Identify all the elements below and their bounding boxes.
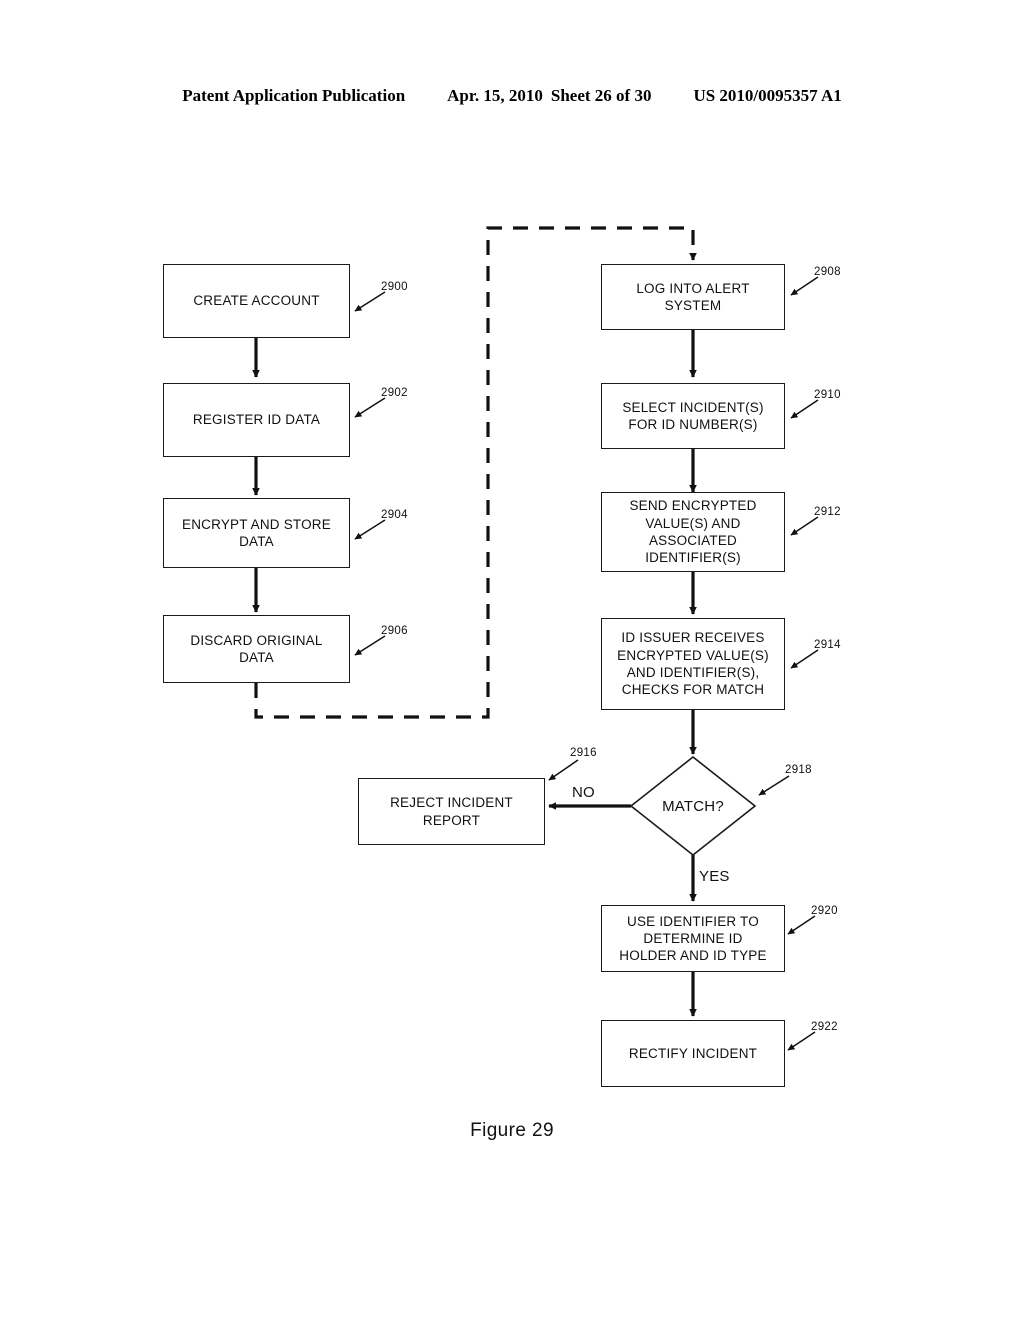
flow-node-2912[interactable]: SEND ENCRYPTED VALUE(S) AND ASSOCIATED I… bbox=[601, 492, 785, 572]
leader-line-2916 bbox=[548, 759, 579, 781]
flow-node-2900-label: CREATE ACCOUNT bbox=[193, 293, 320, 309]
leader-line-2906 bbox=[354, 635, 386, 656]
flow-node-2916[interactable]: REJECT INCIDENT REPORT bbox=[358, 778, 545, 845]
flow-node-2918-label: MATCH? bbox=[662, 797, 724, 815]
leader-line-2912 bbox=[790, 516, 819, 536]
reference-numeral-2916: 2916 bbox=[570, 747, 597, 759]
leader-line-2918 bbox=[758, 775, 790, 796]
flow-node-2922-label: RECTIFY INCIDENT bbox=[628, 1045, 758, 1061]
flow-node-2904[interactable]: ENCRYPT AND STORE DATA bbox=[163, 498, 350, 568]
flow-node-2902-label: REGISTER ID DATA bbox=[192, 412, 321, 428]
flow-node-2916-label: REJECT INCIDENT REPORT bbox=[390, 795, 513, 828]
flow-node-2912-label: SEND ENCRYPTED VALUE(S) AND ASSOCIATED I… bbox=[629, 498, 757, 566]
flow-node-2906-label: DISCARD ORIGINAL DATA bbox=[190, 632, 323, 665]
flow-node-2906[interactable]: DISCARD ORIGINAL DATA bbox=[163, 615, 350, 683]
flow-node-2922[interactable]: RECTIFY INCIDENT bbox=[601, 1020, 785, 1087]
reference-numeral-2912: 2912 bbox=[814, 506, 841, 518]
reference-numeral-2920: 2920 bbox=[811, 905, 838, 917]
reference-numeral-2904: 2904 bbox=[381, 509, 408, 521]
leader-line-2904 bbox=[354, 519, 386, 540]
flow-node-2902[interactable]: REGISTER ID DATA bbox=[163, 383, 350, 457]
flow-node-2900[interactable]: CREATE ACCOUNT bbox=[163, 264, 350, 338]
reference-numeral-2902: 2902 bbox=[381, 387, 408, 399]
leader-line-2902 bbox=[354, 397, 386, 418]
leader-line-2910 bbox=[790, 399, 819, 419]
flow-node-2910[interactable]: SELECT INCIDENT(S) FOR ID NUMBER(S) bbox=[601, 383, 785, 449]
flow-node-2914-label: ID ISSUER RECEIVES ENCRYPTED VALUE(S) AN… bbox=[617, 630, 769, 698]
reference-numeral-2922: 2922 bbox=[811, 1021, 838, 1033]
branch-label-no: NO bbox=[572, 784, 595, 801]
reference-numeral-2914: 2914 bbox=[814, 639, 841, 651]
reference-numeral-2908: 2908 bbox=[814, 266, 841, 278]
reference-numeral-2906: 2906 bbox=[381, 625, 408, 637]
flow-node-2908-label: LOG INTO ALERT SYSTEM bbox=[636, 280, 750, 313]
flow-node-2910-label: SELECT INCIDENT(S) FOR ID NUMBER(S) bbox=[622, 399, 764, 432]
leader-line-2922 bbox=[787, 1031, 816, 1051]
leader-line-2900 bbox=[354, 291, 386, 312]
reference-numeral-2900: 2900 bbox=[381, 281, 408, 293]
flow-node-2918[interactable]: MATCH? bbox=[631, 757, 755, 855]
branch-label-yes: YES bbox=[699, 868, 730, 885]
reference-numeral-2918: 2918 bbox=[785, 764, 812, 776]
figure-caption: Figure 29 bbox=[470, 1120, 554, 1141]
leader-line-2914 bbox=[790, 649, 819, 669]
reference-numeral-2910: 2910 bbox=[814, 389, 841, 401]
flow-node-2920[interactable]: USE IDENTIFIER TO DETERMINE ID HOLDER AN… bbox=[601, 905, 785, 972]
flow-node-2908[interactable]: LOG INTO ALERT SYSTEM bbox=[601, 264, 785, 330]
leader-line-2920 bbox=[787, 915, 816, 935]
leader-line-2908 bbox=[790, 276, 819, 296]
flow-node-2920-label: USE IDENTIFIER TO DETERMINE ID HOLDER AN… bbox=[619, 913, 767, 964]
flow-node-2904-label: ENCRYPT AND STORE DATA bbox=[182, 516, 331, 549]
flow-node-2914[interactable]: ID ISSUER RECEIVES ENCRYPTED VALUE(S) AN… bbox=[601, 618, 785, 710]
